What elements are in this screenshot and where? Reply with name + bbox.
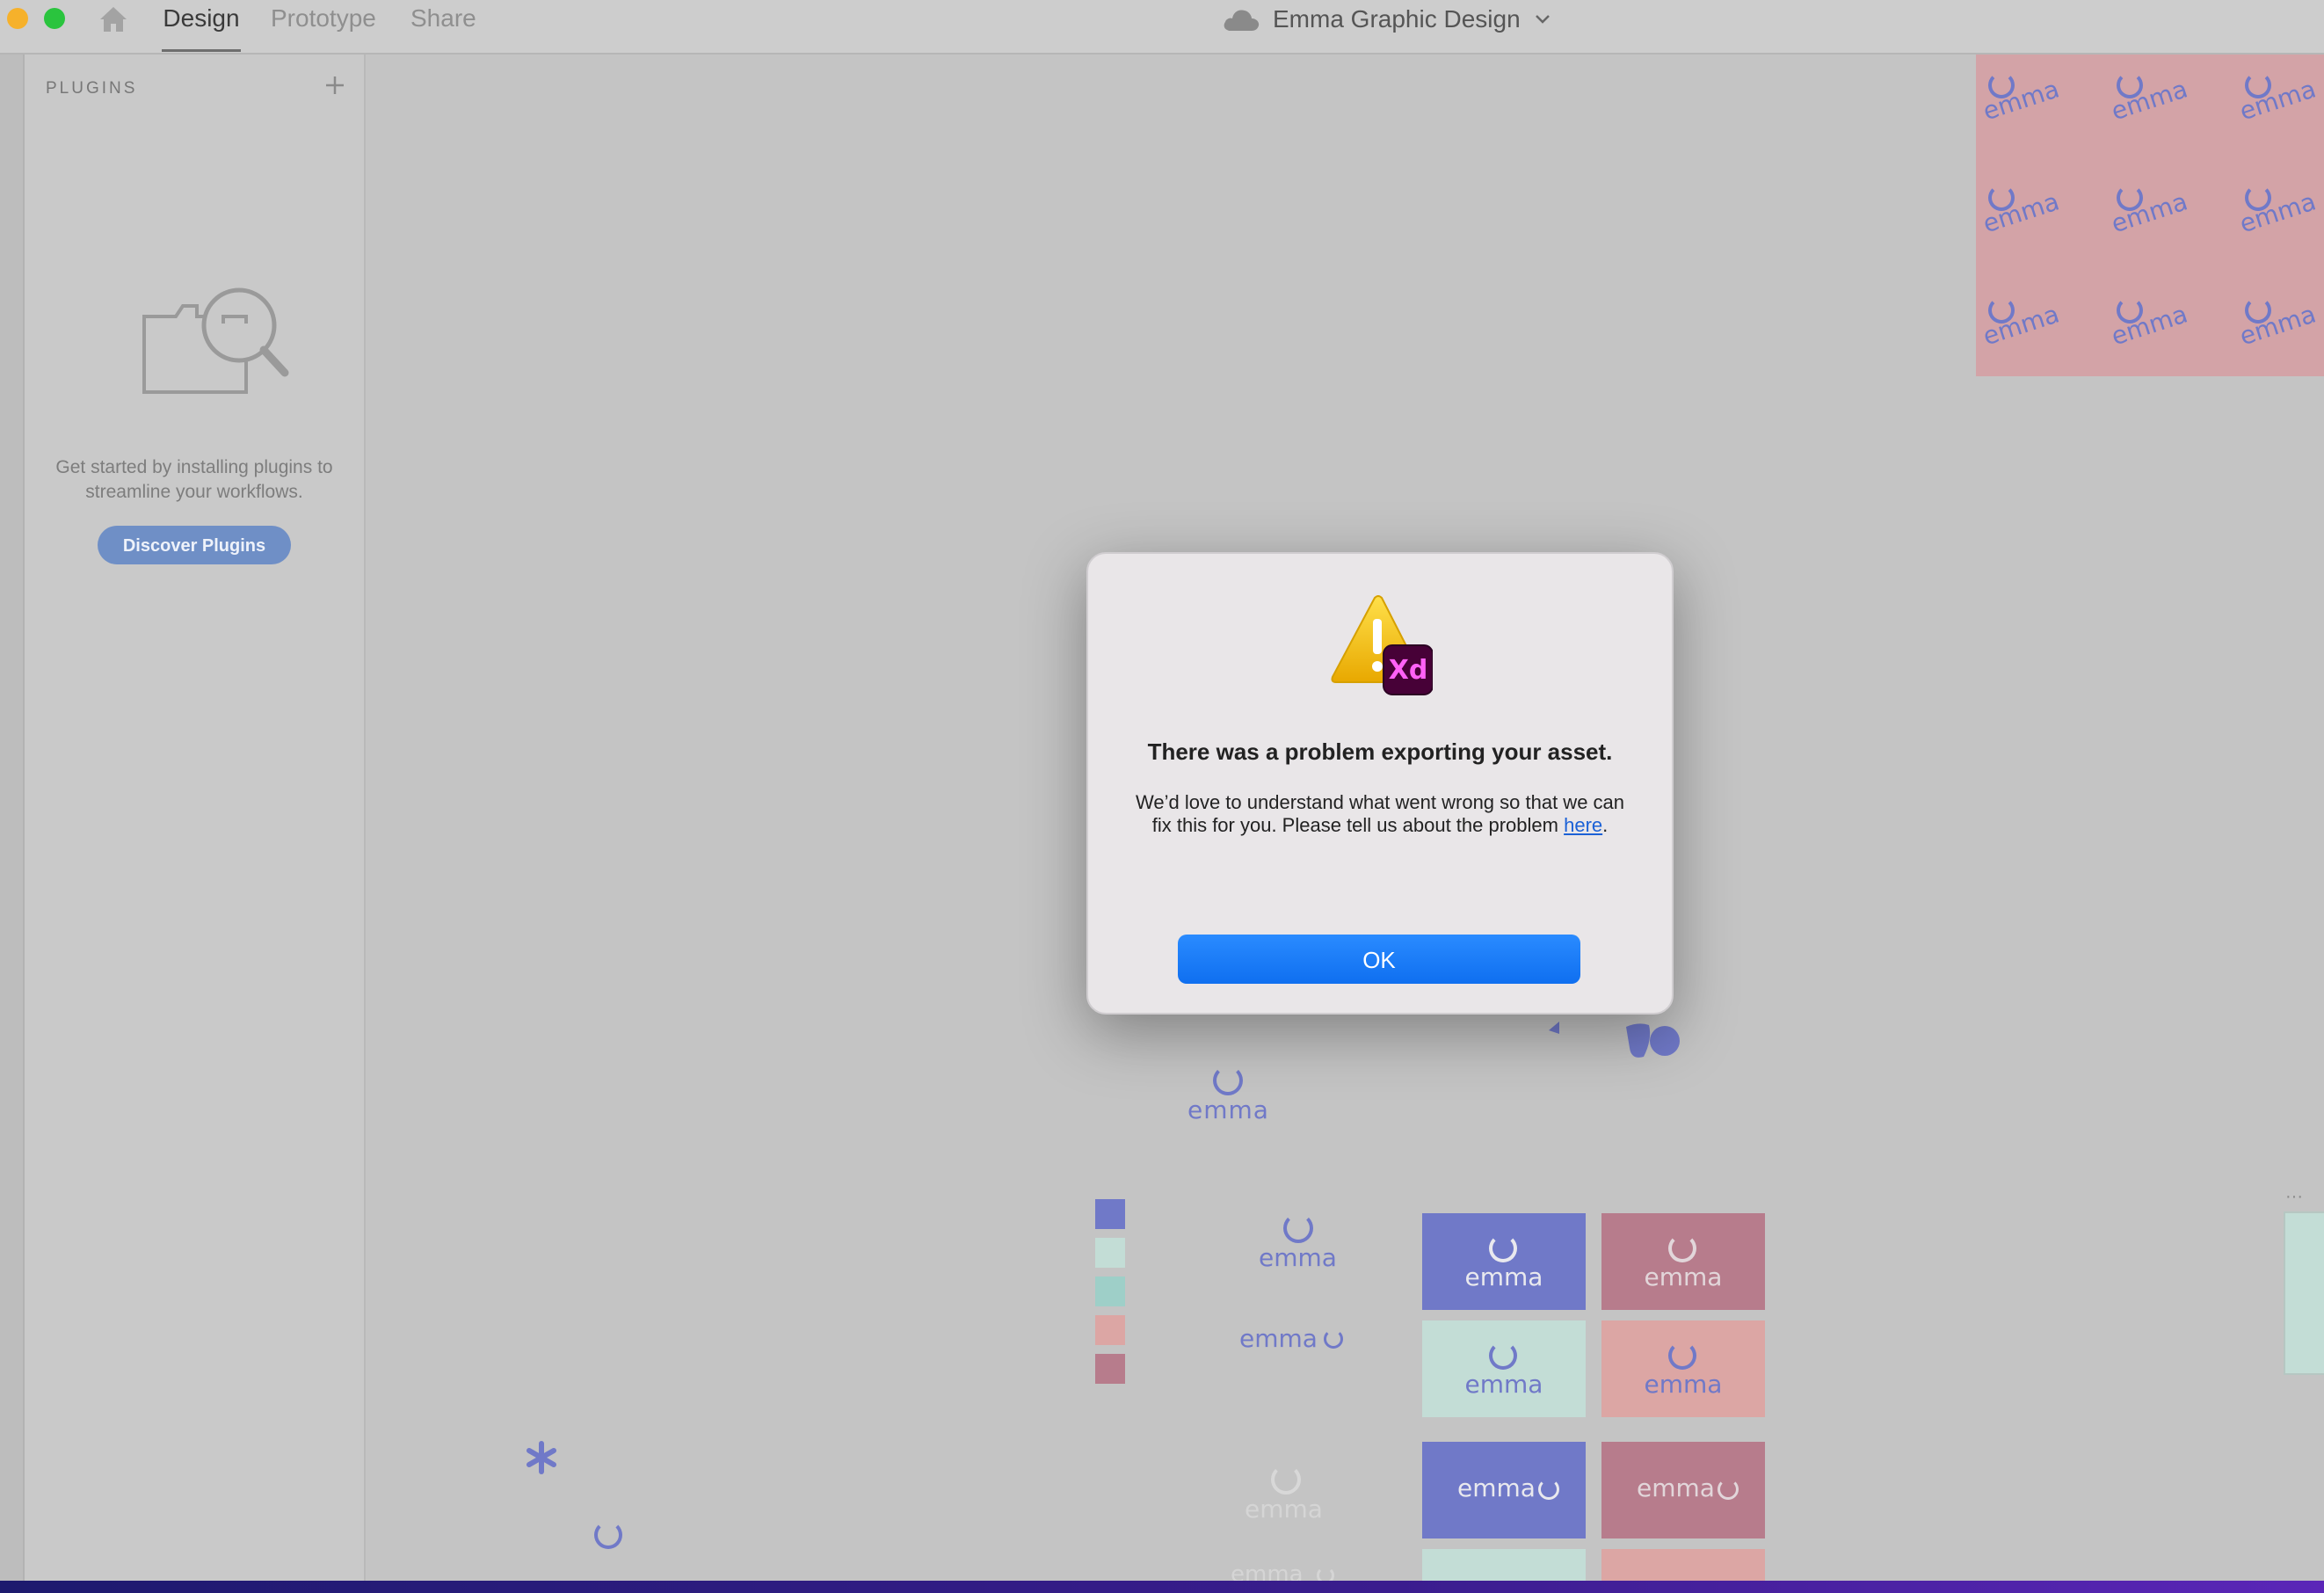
dialog-message-text: We’d love to understand what went wrong … bbox=[1135, 791, 1625, 836]
emma-ring-icon bbox=[1271, 1465, 1301, 1495]
plugins-panel-title: PLUGINS bbox=[46, 79, 138, 98]
blob-shape-icon bbox=[1626, 1023, 1680, 1058]
dialog-message: We’d love to understand what went wrong … bbox=[1130, 791, 1630, 837]
logo-tile-mint-horizontal[interactable] bbox=[1422, 1549, 1586, 1581]
tab-prototype[interactable]: Prototype bbox=[271, 2, 376, 51]
pattern-emma-logo: emma bbox=[2233, 297, 2324, 376]
discover-plugins-button[interactable]: Discover Plugins bbox=[98, 526, 291, 564]
ok-button[interactable]: OK bbox=[1178, 935, 1580, 984]
swatch-teal[interactable] bbox=[1095, 1277, 1125, 1306]
swatch-pink[interactable] bbox=[1095, 1315, 1125, 1345]
artboard-menu-icon[interactable]: ··· bbox=[2285, 1187, 2303, 1207]
emma-logo-text: emma bbox=[1239, 1324, 1318, 1353]
emma-logo-text: emma bbox=[1457, 1473, 1536, 1502]
emma-logo-text: emma bbox=[1464, 1262, 1543, 1291]
emma-ring-icon bbox=[1489, 1342, 1517, 1370]
emma-logo-text: emma bbox=[1644, 1370, 1723, 1399]
chevron-down-icon bbox=[1535, 15, 1550, 24]
emma-logo-text: emma bbox=[1464, 1370, 1543, 1399]
pattern-emma-logo: emma bbox=[1976, 297, 2073, 376]
emma-ring-icon bbox=[1718, 1479, 1739, 1500]
dialog-title: There was a problem exporting your asset… bbox=[1147, 738, 1613, 765]
triangle-shape-icon bbox=[1549, 1022, 1559, 1034]
cloud-icon bbox=[1224, 10, 1260, 31]
swatch-mauve[interactable] bbox=[1095, 1354, 1125, 1384]
emma-ring-icon bbox=[1324, 1329, 1343, 1349]
pattern-emma-logo: emma bbox=[1976, 72, 2073, 151]
warning-xd-icon: Xd bbox=[1331, 595, 1433, 695]
emma-ring-icon bbox=[1538, 1479, 1559, 1500]
emma-logo-text: emma bbox=[1259, 1243, 1337, 1272]
plugins-panel: PLUGINS Get started by installing plugin… bbox=[25, 55, 366, 1581]
emma-ring-icon bbox=[1668, 1234, 1696, 1262]
pattern-emma-logo: emma bbox=[2233, 72, 2324, 151]
left-toolbar-rail bbox=[0, 55, 25, 1581]
document-title: Emma Graphic Design bbox=[1273, 5, 1521, 33]
emma-ring-icon bbox=[1213, 1066, 1243, 1095]
pattern-emma-logo: emma bbox=[2104, 185, 2201, 264]
pattern-emma-logo: emma bbox=[2104, 72, 2201, 151]
home-icon[interactable] bbox=[97, 4, 130, 35]
emma-logo-text: emma bbox=[1245, 1495, 1323, 1524]
emma-ring-icon bbox=[1283, 1213, 1313, 1243]
dock-strip bbox=[0, 1581, 2324, 1593]
emma-ring-icon bbox=[594, 1521, 622, 1549]
pattern-artboard[interactable]: emma emma emma emma emma emma emma emma emma bbox=[1976, 55, 2324, 376]
document-title-menu[interactable]: Emma Graphic Design bbox=[1222, 0, 1551, 39]
logo-tile-mint[interactable]: emma bbox=[1422, 1320, 1586, 1417]
swatch-mint[interactable] bbox=[1095, 1238, 1125, 1268]
emma-logo-text: emma bbox=[1644, 1262, 1723, 1291]
logo-tile-mauve[interactable]: emma bbox=[1601, 1213, 1765, 1310]
export-error-dialog: Xd There was a problem exporting your as… bbox=[1086, 552, 1674, 1015]
emma-ring-icon bbox=[1489, 1234, 1517, 1262]
logo-tile-pink-horizontal[interactable] bbox=[1601, 1549, 1765, 1581]
pattern-emma-logo: emma bbox=[1976, 185, 2073, 264]
swatch-periwinkle[interactable] bbox=[1095, 1199, 1125, 1229]
pattern-emma-logo: emma bbox=[2233, 185, 2324, 264]
logo-tile-periwinkle[interactable]: emma bbox=[1422, 1213, 1586, 1310]
pattern-emma-logo: emma bbox=[2104, 297, 2201, 376]
emma-logo-text: emma bbox=[1637, 1473, 1715, 1502]
minimize-window-button[interactable] bbox=[7, 8, 28, 29]
zoom-window-button[interactable] bbox=[44, 8, 65, 29]
asterisk-shape-icon bbox=[527, 1441, 556, 1474]
plugins-empty-message: Get started by installing plugins to str… bbox=[55, 457, 333, 502]
logo-tile-pink[interactable]: emma bbox=[1601, 1320, 1765, 1417]
logo-tile-mauve-horizontal[interactable]: emma bbox=[1601, 1442, 1765, 1538]
tab-design[interactable]: Design bbox=[162, 2, 241, 52]
xd-badge-text: Xd bbox=[1389, 655, 1428, 686]
emma-logo-text: emma bbox=[1187, 1095, 1269, 1124]
tab-share[interactable]: Share bbox=[410, 2, 476, 51]
logo-tile-periwinkle-horizontal[interactable]: emma bbox=[1422, 1442, 1586, 1538]
plus-icon[interactable] bbox=[322, 72, 348, 98]
report-problem-link[interactable]: here bbox=[1564, 814, 1602, 836]
title-bar: Design Prototype Share Emma Graphic Desi… bbox=[0, 0, 2324, 55]
emma-ring-icon bbox=[1668, 1342, 1696, 1370]
dialog-message-end: . bbox=[1602, 814, 1609, 836]
partial-artboard[interactable] bbox=[2284, 1211, 2324, 1375]
plugin-search-illustration-icon bbox=[142, 287, 289, 394]
